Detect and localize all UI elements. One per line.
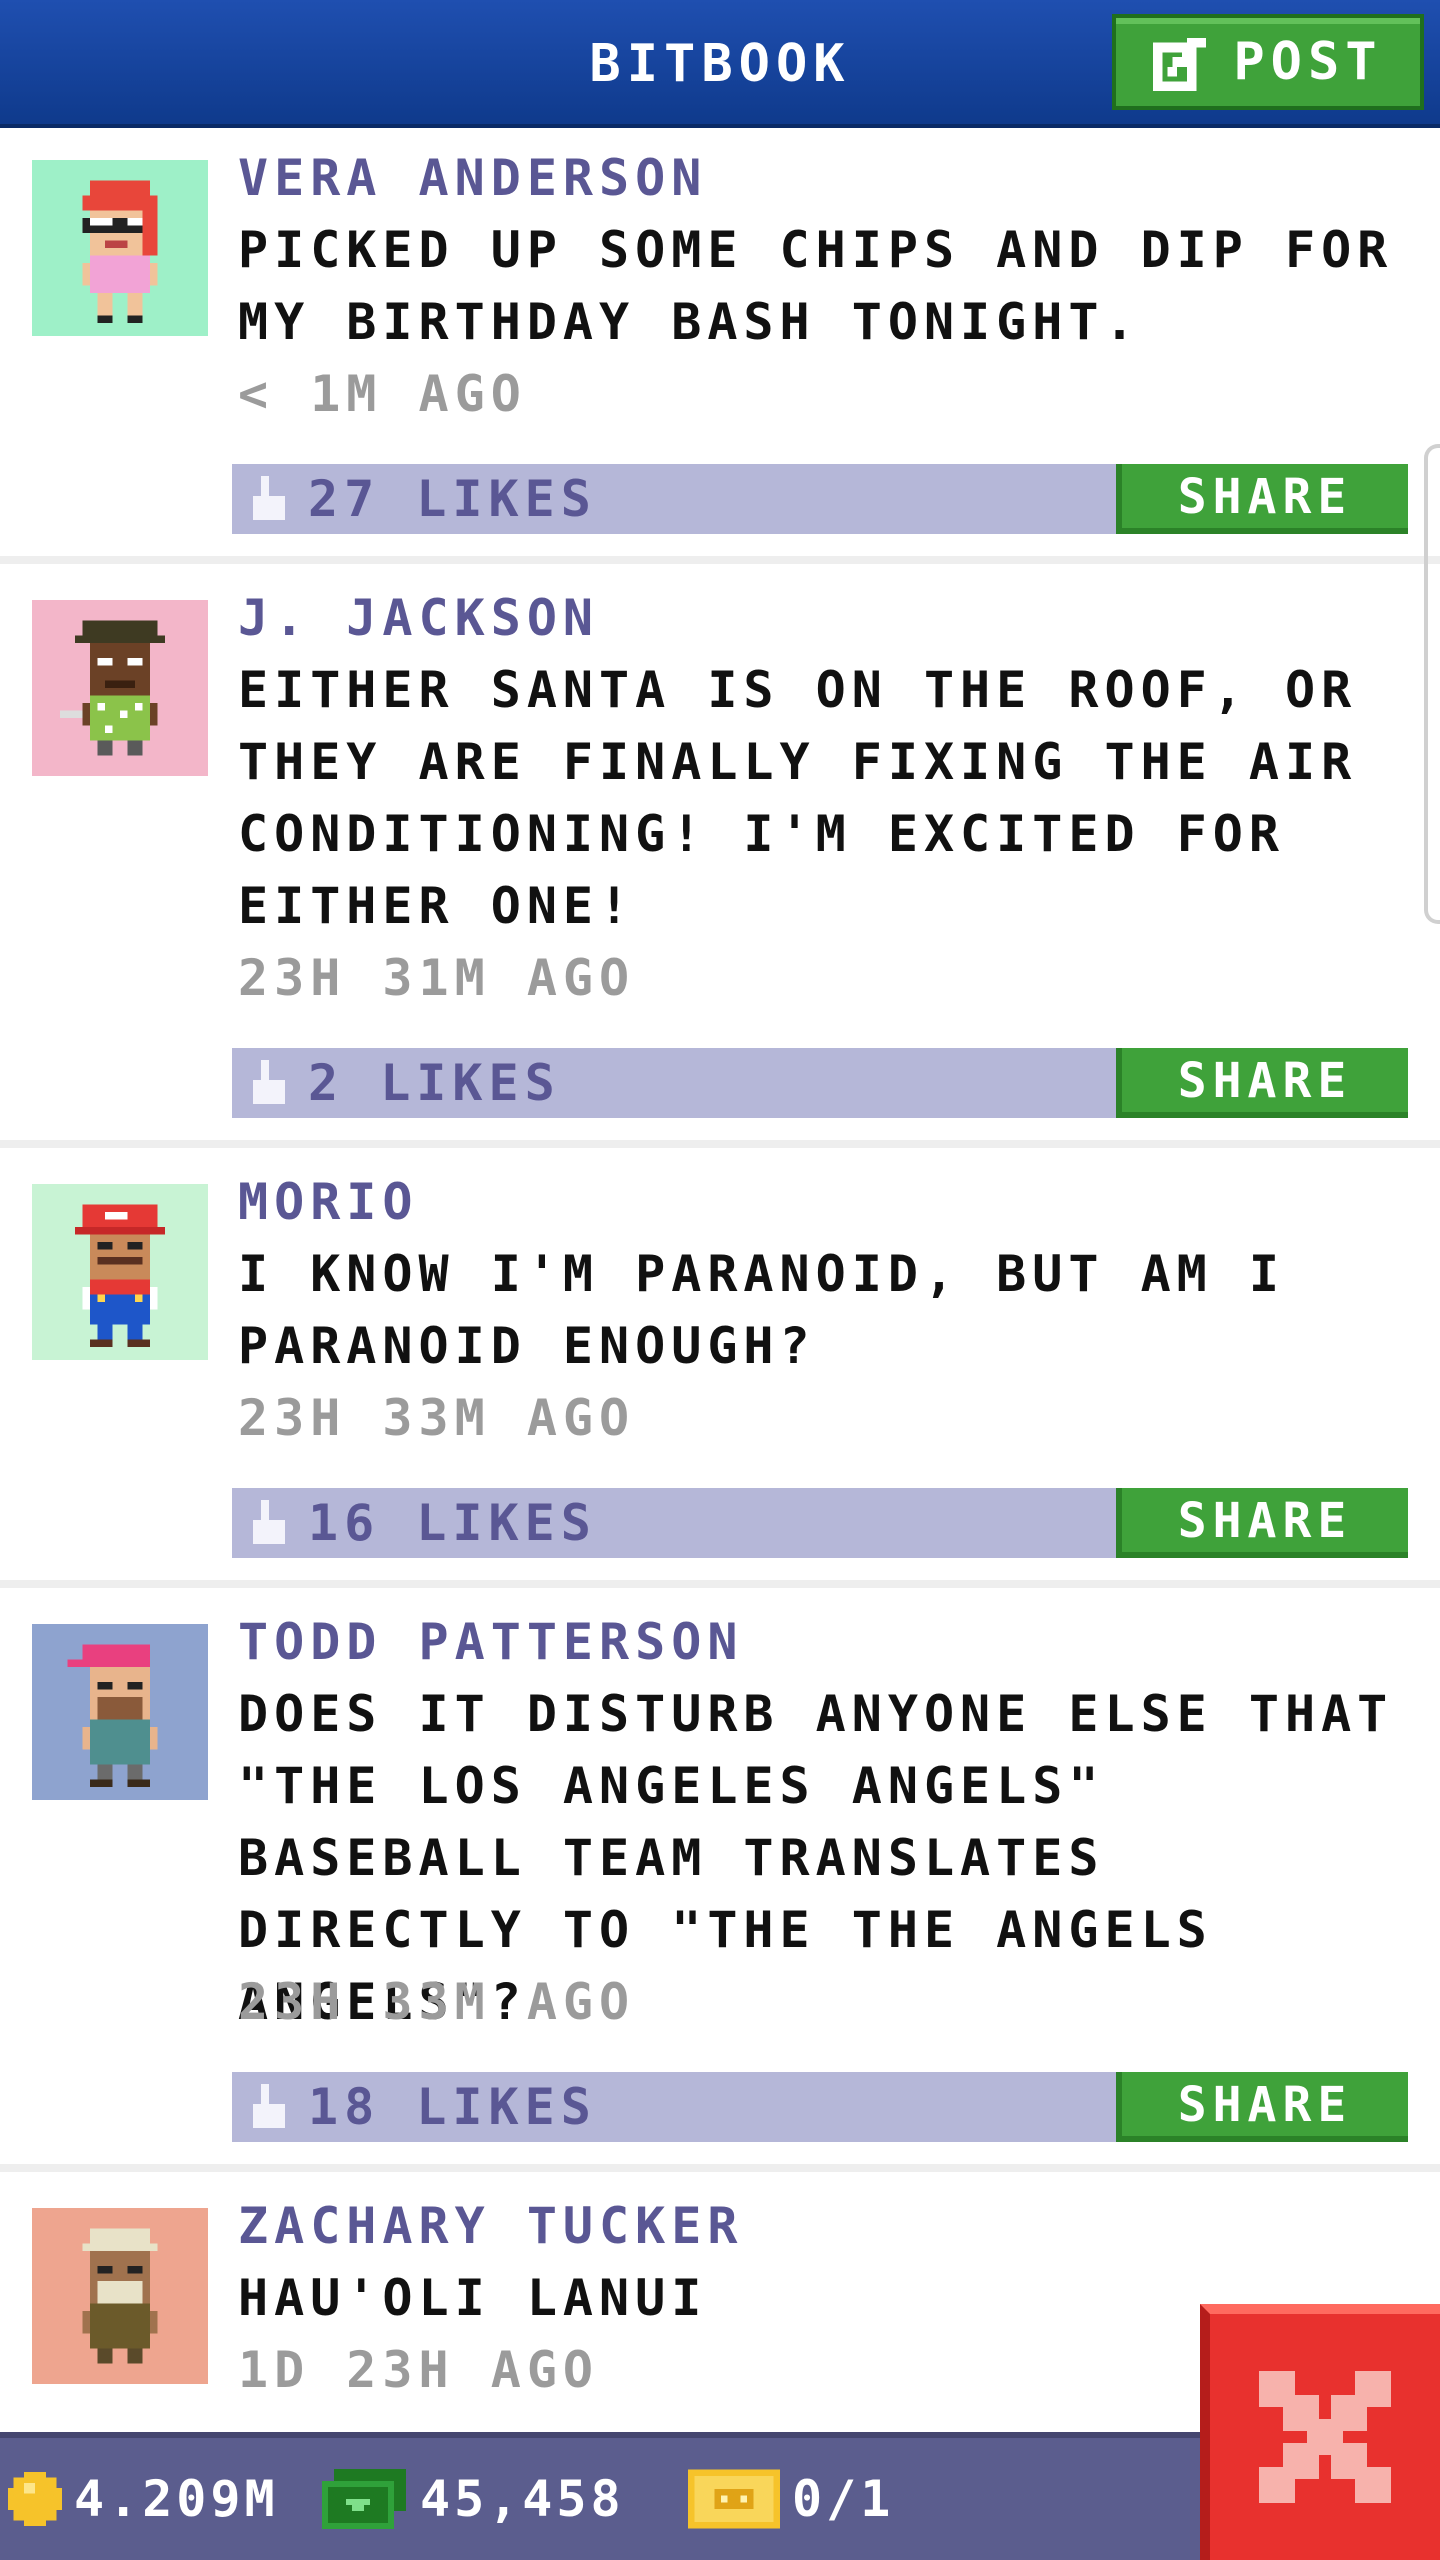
- post-text: I KNOW I'M PARANOID, BUT AM I PARANOID E…: [238, 1245, 1285, 1375]
- feed-post: MORIO I KNOW I'M PARANOID, BUT AM I PARA…: [0, 1148, 1440, 1588]
- coins-stat: 4.209M: [8, 2438, 279, 2560]
- feed-post: TODD PATTERSON DOES IT DISTURB ANYONE EL…: [0, 1588, 1440, 2172]
- avatar-zachary-icon: [82, 2228, 158, 2364]
- coins-value: 4.209M: [74, 2470, 279, 2528]
- scroll-indicator[interactable]: [1424, 444, 1440, 924]
- post-text: EITHER SANTA IS ON THE ROOF, OR THEY ARE…: [238, 661, 1358, 935]
- close-button[interactable]: [1200, 2304, 1440, 2560]
- post-author[interactable]: VERA ANDERSON: [238, 142, 707, 214]
- bux-stat: 45,458: [320, 2438, 625, 2560]
- thumbs-up-icon[interactable]: [252, 1500, 286, 1544]
- top-bar: BITBOOK POST: [0, 0, 1440, 128]
- like-count: 2 LIKES: [308, 1054, 561, 1112]
- thumbs-up-icon[interactable]: [252, 2084, 286, 2128]
- post-author[interactable]: ZACHARY TUCKER: [238, 2190, 743, 2262]
- post-author[interactable]: J. JACKSON: [238, 582, 599, 654]
- tickets-value: 0/1: [792, 2470, 895, 2528]
- avatar[interactable]: [32, 160, 208, 336]
- thumbs-up-icon[interactable]: [252, 476, 286, 520]
- post-author[interactable]: TODD PATTERSON: [238, 1606, 743, 1678]
- like-count: 16 LIKES: [308, 1494, 597, 1552]
- avatar[interactable]: [32, 2208, 208, 2384]
- coin-icon: [8, 2472, 62, 2526]
- thumbs-up-icon[interactable]: [252, 1060, 286, 1104]
- share-button[interactable]: SHARE: [1116, 1488, 1408, 1558]
- like-count: 27 LIKES: [308, 470, 597, 528]
- post-time: 23H 33M AGO: [238, 1389, 636, 1447]
- post-text: PICKED UP SOME CHIPS AND DIP FOR MY BIRT…: [238, 221, 1394, 351]
- share-button[interactable]: SHARE: [1116, 2072, 1408, 2142]
- post-button[interactable]: POST: [1112, 14, 1424, 110]
- ticket-icon: [688, 2469, 780, 2529]
- like-bar: 2 LIKES SHARE: [232, 1048, 1408, 1118]
- tickets-stat: 0/1: [688, 2438, 894, 2560]
- avatar-todd-icon: [67, 1644, 158, 1787]
- feed-post: J. JACKSON EITHER SANTA IS ON THE ROOF, …: [0, 564, 1440, 1148]
- close-icon: [1259, 2371, 1391, 2503]
- like-bar: 27 LIKES SHARE: [232, 464, 1408, 534]
- avatar[interactable]: [32, 600, 208, 776]
- avatar[interactable]: [32, 1184, 208, 1360]
- edit-icon: [1153, 33, 1212, 91]
- share-button[interactable]: SHARE: [1116, 464, 1408, 534]
- post-time: < 1M AGO: [238, 365, 527, 423]
- share-button[interactable]: SHARE: [1116, 1048, 1408, 1118]
- post-time: 23H 33M AGO: [238, 1973, 636, 2031]
- avatar-morio-icon: [75, 1204, 165, 1347]
- post-time: 1D 23H AGO: [238, 2341, 600, 2399]
- like-bar: 18 LIKES SHARE: [232, 2072, 1408, 2142]
- cash-icon: [322, 2469, 406, 2529]
- like-count: 18 LIKES: [308, 2078, 597, 2136]
- avatar-vera-icon: [82, 180, 158, 323]
- post-time: 23H 31M AGO: [238, 949, 636, 1007]
- like-bar: 16 LIKES SHARE: [232, 1488, 1408, 1558]
- avatar[interactable]: [32, 1624, 208, 1800]
- bux-value: 45,458: [420, 2470, 625, 2528]
- avatar-jackson-icon: [60, 620, 165, 756]
- post-author[interactable]: MORIO: [238, 1166, 419, 1238]
- post-button-label: POST: [1233, 32, 1383, 92]
- feed-post: VERA ANDERSON PICKED UP SOME CHIPS AND D…: [0, 132, 1440, 564]
